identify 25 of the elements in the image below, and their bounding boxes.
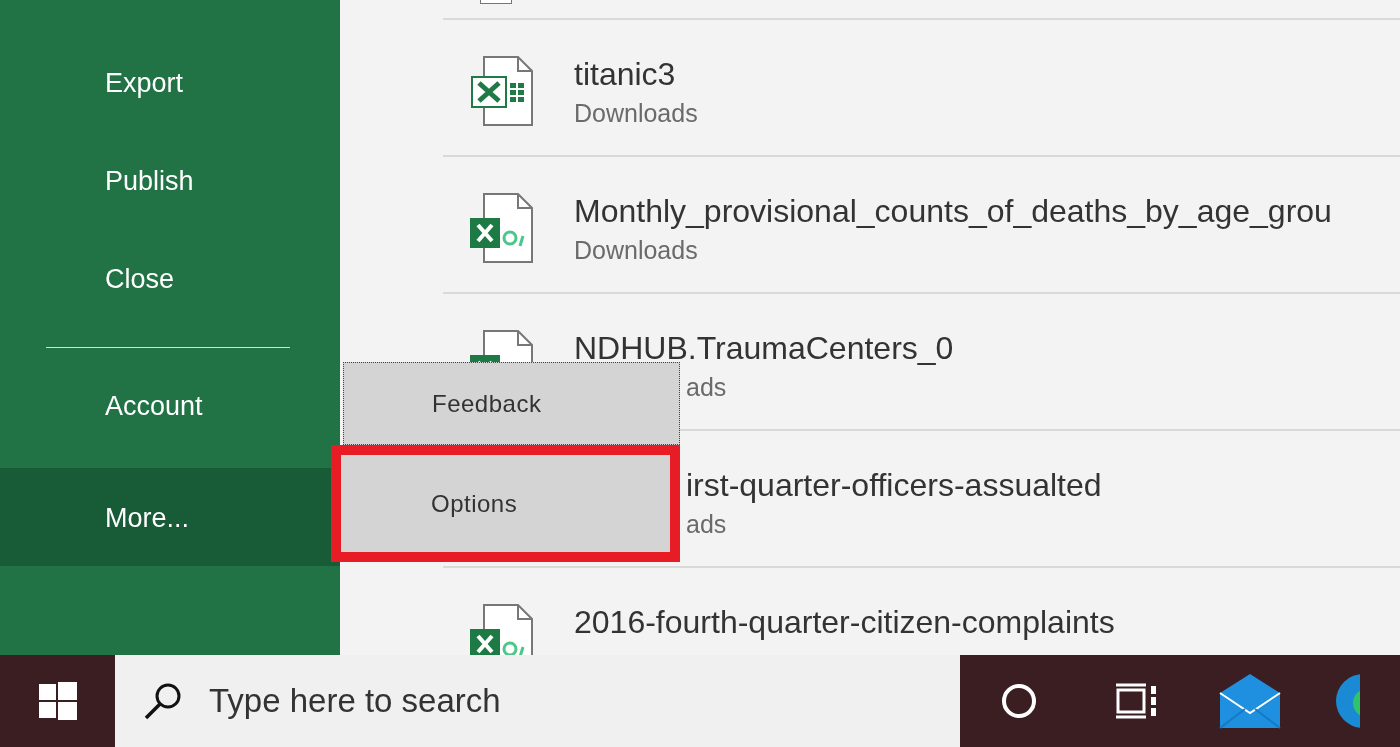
spreadsheet-file-icon xyxy=(470,329,534,363)
menu-item[interactable]: Options xyxy=(331,445,680,562)
menu-item[interactable]: Feedback xyxy=(343,362,680,445)
search-field[interactable]: Type here to search xyxy=(209,682,539,720)
spreadsheet-file-icon xyxy=(470,55,534,127)
task-view-icon[interactable] xyxy=(1115,682,1159,720)
spreadsheet-file-icon xyxy=(470,192,534,264)
file-location: Downloads xyxy=(574,98,698,129)
sidebar-item[interactable]: Export xyxy=(0,49,340,147)
browser-icon[interactable] xyxy=(1335,673,1360,729)
file-location: ads xyxy=(686,509,728,540)
file-name[interactable]: 2016-fourth-quarter-citizen-complaints xyxy=(574,603,1115,641)
windows-icon xyxy=(38,682,77,720)
spreadsheet-file-icon xyxy=(470,603,534,655)
file-name[interactable]: titanic3 xyxy=(574,55,698,93)
file-name[interactable]: Monthly_provisional_counts_of_deaths_by_age_grou xyxy=(574,192,1332,230)
search-icon xyxy=(143,681,183,721)
file-name[interactable]: irst-quarter-officers-assualted xyxy=(686,466,1102,504)
circle-icon[interactable] xyxy=(1000,682,1038,720)
file-location: ads xyxy=(685,372,728,403)
sidebar-item[interactable]: Publish xyxy=(0,147,340,245)
sidebar-item[interactable]: More... xyxy=(0,468,340,566)
file-location: Downloads xyxy=(574,235,699,266)
mail-icon[interactable] xyxy=(1219,673,1281,729)
sidebar-item[interactable]: Close xyxy=(0,245,340,343)
